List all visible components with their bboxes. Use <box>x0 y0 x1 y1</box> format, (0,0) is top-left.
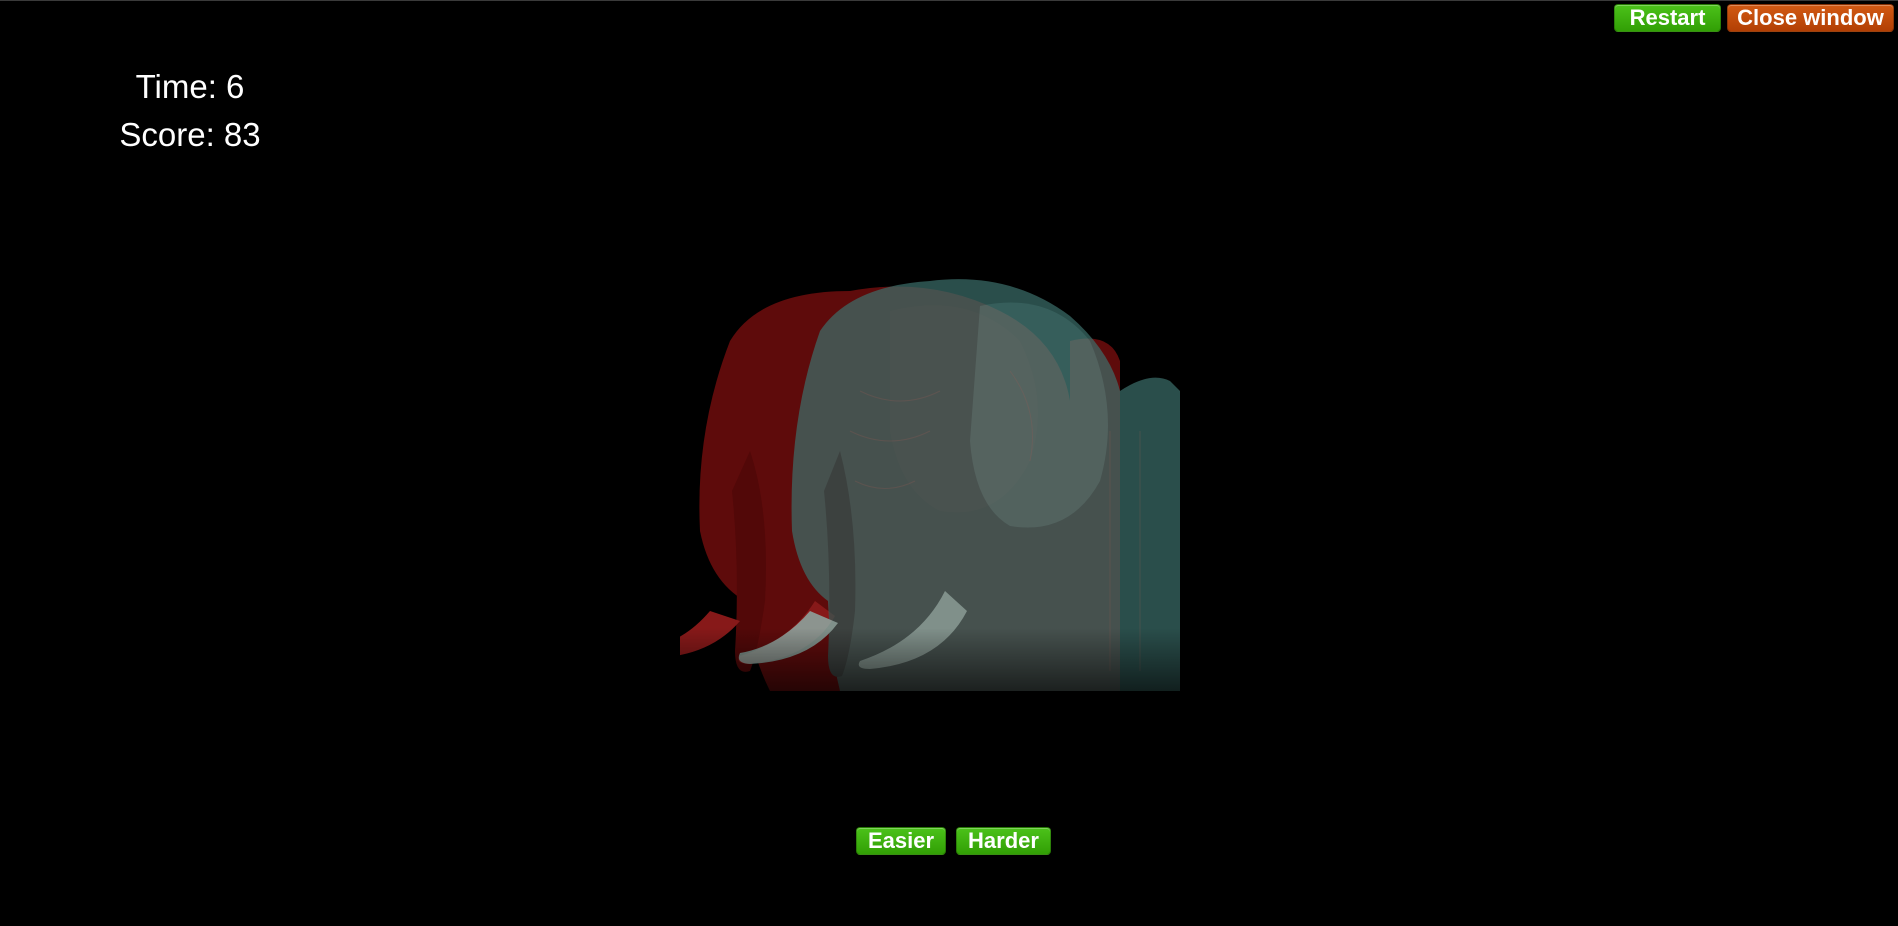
close-window-button[interactable]: Close window <box>1727 4 1894 32</box>
time-display: Time: 6 <box>135 68 245 105</box>
restart-button[interactable]: Restart <box>1614 4 1721 32</box>
harder-button[interactable]: Harder <box>956 827 1051 855</box>
easier-button[interactable]: Easier <box>856 827 946 855</box>
score-display: Score: 83 <box>119 116 261 153</box>
hud-panel: Time: 6 Score: 83 <box>110 63 270 159</box>
game-screen: Restart Close window Time: 6 Score: 83 E… <box>0 0 1898 926</box>
anaglyph-stimulus-image <box>680 271 1260 691</box>
elephant-anaglyph-picture <box>680 271 1260 691</box>
